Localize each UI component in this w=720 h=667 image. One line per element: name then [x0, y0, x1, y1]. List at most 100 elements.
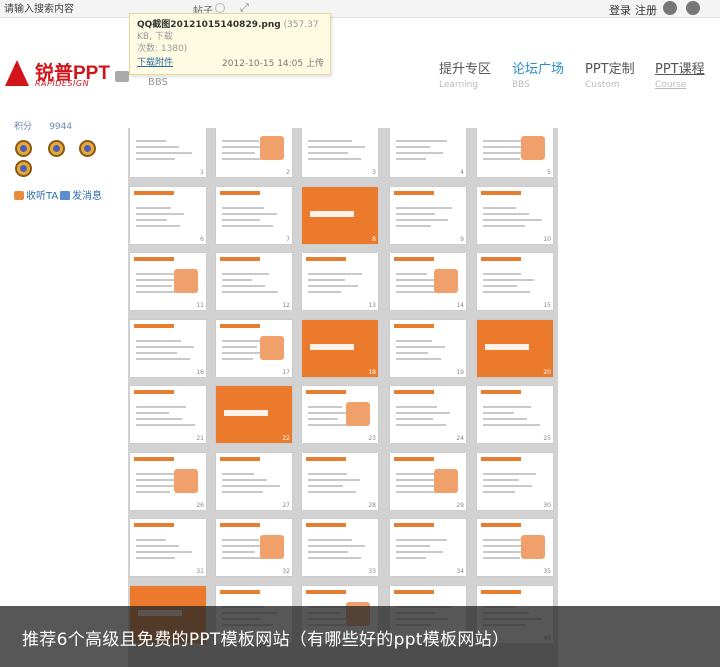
slide-text-line — [483, 146, 524, 148]
slide-text-line — [222, 345, 257, 348]
slide-thumbnail: 9 — [390, 186, 466, 244]
nav-custom[interactable]: PPT定制 Custom — [585, 58, 635, 90]
slide-title-bar — [481, 456, 521, 461]
stats-label: 积分 — [14, 122, 33, 132]
search-icon[interactable] — [215, 3, 225, 13]
slide-text-line — [308, 406, 342, 408]
register-link[interactable]: 注册 — [635, 2, 657, 18]
slide-title-bar — [306, 523, 346, 527]
slide-text-line — [222, 285, 265, 287]
slide-text-line — [136, 273, 176, 275]
medal-icon[interactable] — [15, 140, 32, 157]
bbs-label: BBS — [148, 77, 168, 88]
slide-title-bar — [220, 190, 260, 195]
medal-icon[interactable] — [79, 140, 96, 157]
slide-text-line — [222, 273, 269, 275]
slide-title-bar — [134, 323, 174, 328]
medal-icon[interactable] — [15, 160, 32, 177]
slide-number: 20 — [543, 368, 551, 376]
bbs-icon — [115, 71, 129, 82]
slide-number: 6 — [200, 235, 204, 243]
slide-title-bar — [481, 589, 521, 594]
slide-number: 8 — [372, 235, 376, 243]
slide-title-bar — [134, 456, 174, 461]
slide-thumbnail: 2 — [216, 128, 292, 177]
slide-thumbnail: 3 — [302, 128, 378, 177]
slide-title-bar — [394, 589, 434, 594]
slide-title-bar — [481, 257, 521, 261]
slide-graphic — [174, 468, 198, 493]
slide-text-line — [396, 146, 430, 148]
slide-text-line — [222, 291, 278, 293]
slide-title-bar — [394, 257, 434, 261]
slide-title-bar — [394, 390, 434, 394]
slide-number: 28 — [368, 501, 376, 509]
slide-thumbnail: 18 — [302, 319, 378, 377]
slide-text-line — [483, 418, 527, 420]
message-link[interactable]: 发消息 — [60, 187, 102, 202]
slide-thumbnail: 16 — [130, 319, 206, 377]
attachment-image[interactable]: 1 2 3 4 5 6 7 8 9 10 11 12 13 14 15 16 17 18 19 20 21 22 23 24 2… — [128, 128, 558, 667]
medal-icon[interactable] — [48, 140, 65, 157]
slide-title-bar — [310, 210, 354, 217]
follow-link[interactable]: 收听TA — [14, 187, 58, 202]
slide-text-line — [136, 345, 194, 348]
slide-thumbnail: 21 — [130, 386, 206, 443]
slide-text-line — [136, 357, 190, 360]
nav-learning[interactable]: 提升专区 Learning — [439, 58, 491, 90]
slide-text-line — [136, 418, 182, 420]
slide-thumbnail: 30 — [477, 452, 553, 510]
slide-text-line — [136, 212, 184, 215]
slide-number: 29 — [456, 501, 464, 509]
slide-graphic — [434, 468, 458, 493]
slide-title-bar — [306, 456, 346, 461]
nav-label: 论坛广场 — [512, 62, 565, 77]
login-link[interactable]: 登录 — [609, 2, 631, 18]
slide-text-line — [396, 218, 448, 221]
slide-text-line — [396, 273, 427, 275]
slide-text-line — [396, 484, 438, 487]
slide-thumbnail: 12 — [216, 253, 292, 310]
download-attachment-link[interactable]: 下载附件 — [137, 57, 173, 69]
slide-thumbnail: 32 — [216, 519, 292, 576]
slide-title-bar — [481, 190, 521, 195]
slide-number: 18 — [368, 368, 376, 376]
slide-thumbnail: 34 — [390, 519, 466, 576]
slide-title-bar — [394, 523, 434, 527]
slide-text-line — [483, 212, 529, 215]
slide-thumbnail: 31 — [130, 519, 206, 576]
nav-bbs[interactable]: 论坛广场 BBS — [512, 58, 564, 90]
slide-text-line — [308, 484, 343, 487]
slide-thumbnail: 22 — [216, 386, 292, 443]
slide-title-bar — [224, 410, 268, 416]
slide-text-line — [222, 357, 253, 360]
slide-text-line — [136, 206, 171, 209]
slide-thumbnail: 35 — [477, 519, 553, 576]
slide-thumbnail: 4 — [390, 128, 466, 177]
slide-text-line — [308, 152, 348, 154]
slide-graphic — [521, 535, 545, 559]
slide-number: 26 — [196, 501, 204, 509]
slide-text-line — [222, 484, 280, 487]
slide-thumbnail: 26 — [130, 452, 206, 510]
slide-number: 1 — [200, 169, 204, 176]
slide-text-line — [396, 412, 450, 414]
slide-number: 23 — [368, 435, 376, 442]
slide-number: 31 — [196, 568, 204, 575]
slide-title-bar — [394, 190, 434, 195]
slide-text-line — [396, 545, 430, 547]
slide-text-line — [483, 412, 514, 414]
slide-text-line — [483, 206, 516, 209]
slide-text-line — [483, 218, 542, 221]
weibo-login-icon[interactable] — [686, 1, 700, 15]
attachment-tooltip: QQ截图20121015140829.png (357.37 KB, 下载 次数… — [129, 13, 331, 75]
follow-icon — [14, 191, 24, 200]
slide-text-line — [483, 472, 536, 475]
slide-text-line — [222, 206, 264, 209]
logo-subtitle: RAPIDESIGN — [35, 79, 90, 88]
nav-course[interactable]: PPT课程 Course — [655, 58, 705, 90]
slide-text-line — [136, 218, 167, 221]
logo-icon[interactable] — [5, 60, 29, 86]
slide-number: 34 — [456, 568, 464, 575]
qq-login-icon[interactable] — [663, 1, 677, 15]
